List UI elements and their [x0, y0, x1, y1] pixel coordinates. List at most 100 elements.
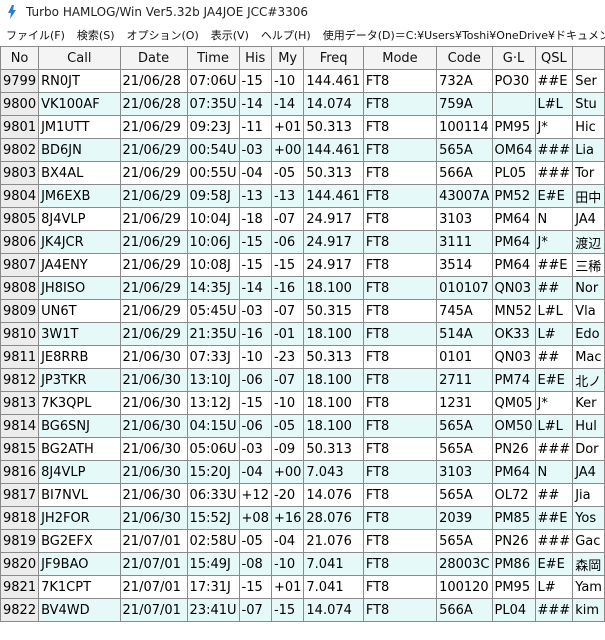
cell-mode[interactable]: FT8	[362, 345, 438, 369]
cell-freq[interactable]: 18.100	[303, 322, 364, 346]
table-row[interactable]: 9802 BD6JN 21/06/29 00:54U -03 +00 144.461 FT8 5…	[0, 138, 605, 162]
cell-mode[interactable]: FT8	[362, 368, 438, 392]
cell-my[interactable]: -04	[270, 529, 305, 553]
cell-call[interactable]: UN6T	[38, 299, 121, 323]
cell-no[interactable]: 9813	[0, 391, 40, 415]
cell-gl[interactable]: OL72	[491, 483, 536, 507]
cell-gl[interactable]: PN26	[491, 529, 536, 553]
table-row[interactable]: 9807 JA4ENY 21/06/29 10:08J -15 -15 24.917 FT8 3…	[0, 253, 605, 277]
cell-code[interactable]: 759A	[436, 92, 493, 116]
cell-name[interactable]: JA4	[572, 460, 605, 484]
menu-search[interactable]: 検索(S)	[77, 27, 115, 43]
cell-date[interactable]: 21/06/29	[119, 115, 188, 139]
cell-mode[interactable]: FT8	[362, 207, 438, 231]
cell-mode[interactable]: FT8	[362, 575, 438, 599]
table-row[interactable]: 9803 BX4AL 21/06/29 00:55U -04 -05 50.313 FT8 56…	[0, 161, 605, 185]
cell-mode[interactable]: FT8	[362, 138, 438, 162]
cell-code[interactable]: 0101	[436, 345, 493, 369]
cell-code[interactable]: 565A	[436, 414, 493, 438]
cell-gl[interactable]: PM95	[491, 575, 536, 599]
cell-no[interactable]: 9811	[0, 345, 40, 369]
column-header-mode[interactable]: Mode	[362, 46, 438, 70]
cell-date[interactable]: 21/06/29	[119, 253, 188, 277]
cell-no[interactable]: 9802	[0, 138, 40, 162]
table-row[interactable]: 9804 JM6EXB 21/06/29 09:58J -13 -13 144.461 FT8…	[0, 184, 605, 208]
cell-mode[interactable]: FT8	[362, 253, 438, 277]
cell-name[interactable]: Ser	[572, 69, 605, 93]
column-header-code[interactable]: Code	[436, 46, 493, 70]
cell-call[interactable]: BX4AL	[38, 161, 121, 185]
cell-call[interactable]: JA4ENY	[38, 253, 121, 277]
cell-name[interactable]: Gac	[572, 529, 605, 553]
cell-code[interactable]: 565A	[436, 138, 493, 162]
cell-qsl[interactable]: J*	[534, 230, 574, 254]
cell-no[interactable]: 9821	[0, 575, 40, 599]
cell-his[interactable]: -10	[238, 345, 272, 369]
cell-my[interactable]: -07	[270, 207, 305, 231]
table-row[interactable]: 9808 JH8ISO 21/06/29 14:35J -14 -16 18.100 FT8 0…	[0, 276, 605, 300]
cell-no[interactable]: 9808	[0, 276, 40, 300]
table-row[interactable]: 9814 BG6SNJ 21/06/30 04:15U -06 -05 18.100 FT8 5…	[0, 414, 605, 438]
cell-qsl[interactable]: N	[534, 207, 574, 231]
cell-mode[interactable]: FT8	[362, 483, 438, 507]
cell-name[interactable]: 森岡	[572, 552, 605, 576]
cell-gl[interactable]: QN03	[491, 276, 536, 300]
cell-my[interactable]: +16	[270, 506, 305, 530]
cell-my[interactable]: -05	[270, 414, 305, 438]
cell-mode[interactable]: FT8	[362, 460, 438, 484]
cell-call[interactable]: JE8RRB	[38, 345, 121, 369]
cell-date[interactable]: 21/06/29	[119, 322, 188, 346]
cell-my[interactable]: -23	[270, 345, 305, 369]
cell-his[interactable]: -11	[238, 115, 272, 139]
cell-freq[interactable]: 144.461	[303, 69, 364, 93]
cell-time[interactable]: 05:45U	[186, 299, 240, 323]
cell-qsl[interactable]: ###	[534, 138, 574, 162]
cell-date[interactable]: 21/06/29	[119, 299, 188, 323]
cell-time[interactable]: 07:06U	[186, 69, 240, 93]
cell-his[interactable]: -15	[238, 575, 272, 599]
cell-qsl[interactable]: ##	[534, 276, 574, 300]
table-row[interactable]: 9809 UN6T 21/06/29 05:45U -03 -07 50.315 FT8 745…	[0, 299, 605, 323]
cell-his[interactable]: -05	[238, 529, 272, 553]
cell-freq[interactable]: 18.100	[303, 276, 364, 300]
cell-his[interactable]: +12	[238, 483, 272, 507]
cell-gl[interactable]: MN52	[491, 299, 536, 323]
cell-code[interactable]: 2039	[436, 506, 493, 530]
cell-his[interactable]: -18	[238, 207, 272, 231]
cell-my[interactable]: -15	[270, 598, 305, 622]
cell-date[interactable]: 21/06/30	[119, 391, 188, 415]
cell-code[interactable]: 3111	[436, 230, 493, 254]
cell-code[interactable]: 565A	[436, 437, 493, 461]
cell-time[interactable]: 02:58U	[186, 529, 240, 553]
cell-mode[interactable]: FT8	[362, 529, 438, 553]
cell-time[interactable]: 13:10J	[186, 368, 240, 392]
cell-no[interactable]: 9807	[0, 253, 40, 277]
menu-file[interactable]: ファイル(F)	[6, 27, 65, 43]
cell-mode[interactable]: FT8	[362, 161, 438, 185]
cell-name[interactable]: 渡辺	[572, 230, 605, 254]
cell-time[interactable]: 14:35J	[186, 276, 240, 300]
cell-date[interactable]: 21/06/30	[119, 437, 188, 461]
cell-time[interactable]: 10:04J	[186, 207, 240, 231]
cell-no[interactable]: 9816	[0, 460, 40, 484]
table-row[interactable]: 9813 7K3QPL 21/06/30 13:12J -15 -10 18.100 FT8 1…	[0, 391, 605, 415]
cell-mode[interactable]: FT8	[362, 115, 438, 139]
cell-my[interactable]: -06	[270, 230, 305, 254]
column-header-time[interactable]: Time	[186, 46, 240, 70]
cell-call[interactable]: 3W1T	[38, 322, 121, 346]
cell-qsl[interactable]: L#L	[534, 414, 574, 438]
cell-his[interactable]: -14	[238, 92, 272, 116]
cell-qsl[interactable]: E#E	[534, 184, 574, 208]
cell-gl[interactable]: PL04	[491, 598, 536, 622]
cell-qsl[interactable]: ##	[534, 345, 574, 369]
cell-his[interactable]: -15	[238, 391, 272, 415]
cell-my[interactable]: +01	[270, 575, 305, 599]
cell-time[interactable]: 15:20J	[186, 460, 240, 484]
log-grid[interactable]: No Call Date Time His My Freq Mode Code G·L QSL 97…	[0, 46, 605, 640]
cell-date[interactable]: 21/06/29	[119, 230, 188, 254]
cell-gl[interactable]: PM52	[491, 184, 536, 208]
cell-date[interactable]: 21/06/30	[119, 506, 188, 530]
cell-his[interactable]: +08	[238, 506, 272, 530]
cell-qsl[interactable]: ##E	[534, 69, 574, 93]
cell-time[interactable]: 15:49J	[186, 552, 240, 576]
